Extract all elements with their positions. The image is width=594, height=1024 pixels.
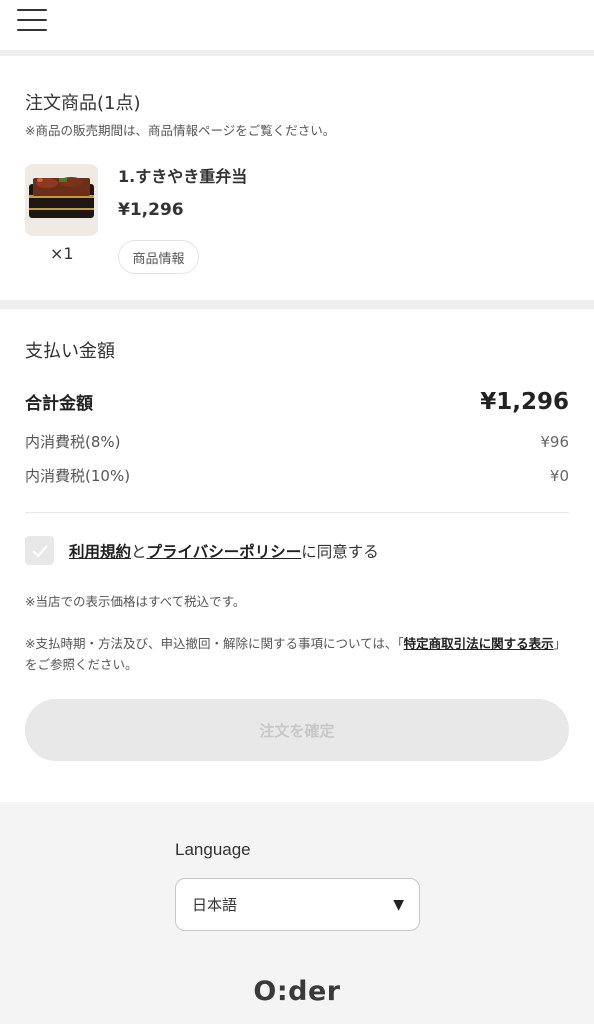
- tax8-row: 内消費税(8%) ¥96: [25, 431, 569, 452]
- order-items-section: 注文商品(1点) ※商品の販売期間は、商品情報ページをご覧ください。 ×1 1.…: [0, 56, 594, 300]
- divider: [25, 512, 569, 513]
- tax10-row: 内消費税(10%) ¥0: [25, 465, 569, 486]
- total-label: 合計金額: [25, 394, 93, 414]
- language-value: 日本語: [192, 896, 238, 914]
- payment-title: 支払い金額: [25, 341, 115, 362]
- tax-included-note: ※当店での表示価格はすべて税込です。: [25, 594, 246, 609]
- agree-and: と: [131, 542, 147, 561]
- footer: Language 日本語 ▼ O:der: [0, 802, 594, 1024]
- law-note-prefix: ※支払時期・方法及び、申込撤回・解除に関する事項については、「: [25, 636, 404, 651]
- tax10-value: ¥0: [549, 467, 569, 485]
- order-items-title: 注文商品(1点): [25, 93, 141, 114]
- total-value: ¥1,296: [480, 389, 569, 415]
- commercial-law-note: ※支払時期・方法及び、申込撤回・解除に関する事項については、「特定商取引法に関す…: [25, 633, 569, 675]
- product-image: [25, 164, 98, 236]
- privacy-policy-link[interactable]: プライバシーポリシー: [147, 543, 302, 561]
- tax8-value: ¥96: [540, 433, 569, 451]
- section-separator: [0, 300, 594, 309]
- language-select[interactable]: 日本語 ▼: [175, 878, 420, 931]
- terms-link[interactable]: 利用規約: [69, 543, 131, 561]
- oder-logo: O:der: [253, 976, 341, 1007]
- commercial-law-link[interactable]: 特定商取引法に関する表示: [404, 636, 554, 651]
- sales-period-note: ※商品の販売期間は、商品情報ページをご覧ください。: [25, 123, 336, 138]
- app-header: [0, 0, 594, 50]
- total-row: 合計金額 ¥1,296: [25, 389, 569, 415]
- item-quantity: ×1: [50, 244, 74, 263]
- agree-suffix: に同意する: [301, 542, 379, 561]
- hamburger-menu-icon[interactable]: [17, 8, 47, 32]
- agreement-row: 利用規約とプライバシーポリシーに同意する: [25, 536, 379, 565]
- dropdown-arrow-icon: ▼: [393, 896, 404, 913]
- check-icon: [31, 544, 48, 557]
- agree-checkbox[interactable]: [25, 536, 54, 565]
- tax8-label: 内消費税(8%): [25, 433, 121, 451]
- product-info-button[interactable]: 商品情報: [118, 240, 199, 274]
- language-label: Language: [175, 840, 251, 859]
- item-price: ¥1,296: [118, 200, 184, 220]
- tax10-label: 内消費税(10%): [25, 467, 131, 485]
- payment-section: 支払い金額 合計金額 ¥1,296 内消費税(8%) ¥96 内消費税(10%)…: [0, 309, 594, 803]
- confirm-order-button[interactable]: 注文を確定: [25, 699, 569, 761]
- agreement-text: 利用規約とプライバシーポリシーに同意する: [69, 540, 379, 562]
- item-name: 1.すきやき重弁当: [118, 167, 248, 186]
